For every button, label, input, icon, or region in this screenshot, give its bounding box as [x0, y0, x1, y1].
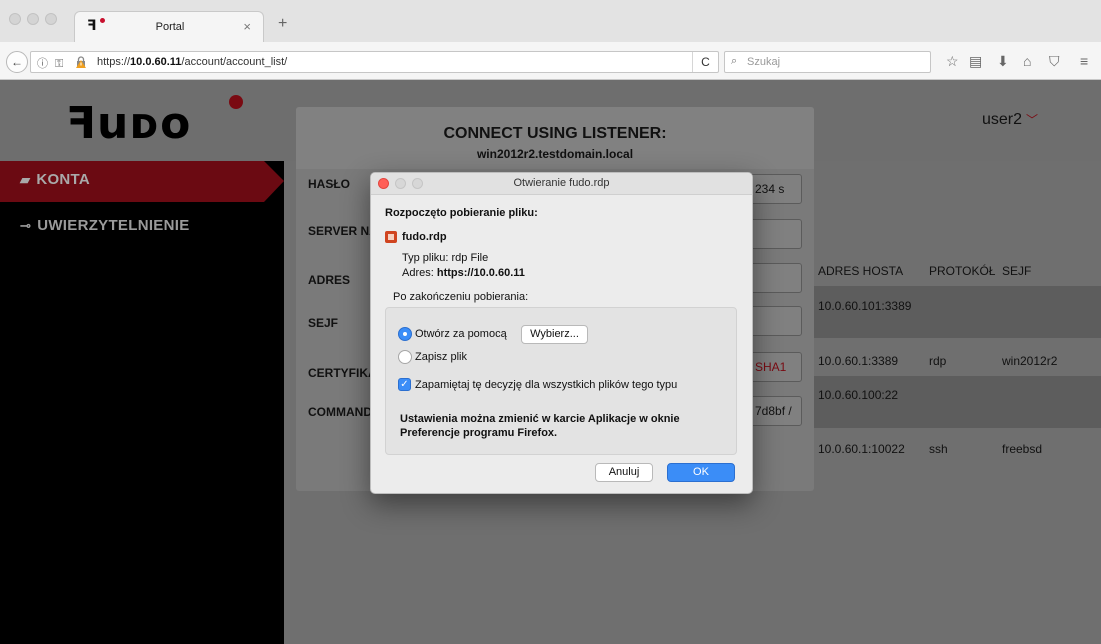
search-bar[interactable]: ⌕ Szukaj — [724, 51, 931, 73]
sidebar-item-label: KONTA — [36, 171, 91, 188]
tab-title: Portal — [155, 21, 185, 33]
cancel-button[interactable]: Anuluj — [595, 463, 653, 482]
url-bar[interactable]: ⓘ ⚿ https://10.0.60.11/account/account_l… — [30, 51, 719, 73]
table-cell: 10.0.60.101:3389 — [818, 299, 912, 313]
user-name: user2 — [982, 111, 1023, 128]
ok-button[interactable]: OK — [667, 463, 735, 482]
field-label: HASŁO — [308, 177, 350, 191]
user-menu[interactable]: user2 ﹀ — [982, 111, 1038, 129]
table-cell: 10.0.60.1:10022 — [818, 442, 905, 456]
table-row-bg — [814, 376, 1101, 428]
field-label: SERVER NA — [308, 224, 378, 238]
chevron-down-icon: ﹀ — [1026, 113, 1039, 127]
dialog-titlebar: Otwieranie fudo.rdp — [371, 173, 752, 195]
reload-button[interactable]: C — [692, 52, 718, 72]
url-text: https://10.0.60.11/account/account_list/ — [97, 56, 288, 68]
dialog-title: Otwieranie fudo.rdp — [513, 177, 610, 189]
download-dialog: Otwieranie fudo.rdp Rozpoczęto pobierani… — [370, 172, 753, 494]
safe-field[interactable] — [748, 306, 802, 336]
accounts-icon: ▰ — [20, 172, 31, 187]
col-header-protocol[interactable]: PROTOKÓŁ — [929, 264, 995, 278]
remember-label[interactable]: Zapamiętaj tę decyzję dla wszystkich pli… — [415, 379, 677, 391]
open-with-radio[interactable] — [398, 327, 412, 341]
choose-app-button[interactable]: Wybierz... — [521, 325, 588, 344]
file-name: fudo.rdp — [402, 231, 447, 243]
sidebar: ▰ KONTA ⊸ UWIERZYTELNIENIE — [0, 161, 284, 644]
pocket-icon[interactable]: ⛉ — [1049, 53, 1060, 70]
table-cell: freebsd — [1002, 442, 1043, 456]
certificate-field[interactable]: SHA1 — [748, 352, 802, 382]
key-icon: ⊸ — [20, 218, 32, 233]
file-address: Adres: https://10.0.60.11 — [402, 267, 525, 279]
fudo-logo: ꟻuᴅo — [66, 98, 192, 149]
download-started-text: Rozpoczęto pobieranie pliku: — [385, 207, 538, 219]
search-icon: ⌕ — [731, 55, 738, 67]
address-field[interactable] — [748, 263, 802, 293]
tab-close-icon[interactable]: × — [243, 19, 251, 34]
new-tab-icon[interactable]: + — [278, 15, 287, 33]
col-header-safe[interactable]: SEJF — [1002, 264, 1031, 278]
browser-tab[interactable]: ꟻ Portal × — [74, 11, 264, 42]
table-cell: ssh — [929, 442, 948, 456]
window-minimize-button[interactable] — [27, 13, 39, 25]
menu-icon[interactable]: ≡ — [1080, 53, 1088, 69]
sidebar-item-konta[interactable]: ▰ KONTA — [20, 171, 90, 188]
field-label: ADRES — [308, 273, 351, 287]
window-zoom-button[interactable] — [45, 13, 57, 25]
remember-checkbox[interactable]: ✓ — [398, 378, 411, 391]
bookmark-star-icon[interactable]: ☆ — [946, 53, 959, 70]
modal-subtitle: win2012r2.testdomain.local — [476, 147, 634, 161]
file-type: Typ pliku: rdp File — [402, 252, 489, 264]
open-with-label[interactable]: Otwórz za pomocą — [415, 328, 507, 340]
col-header-host[interactable]: ADRES HOSTA — [818, 264, 903, 278]
table-cell: win2012r2 — [1002, 354, 1058, 368]
browser-nav-bar: ← ⓘ ⚿ https://10.0.60.11/account/account… — [0, 42, 1101, 80]
sidebar-item-label: UWIERZYTELNIENIE — [37, 217, 190, 234]
sidebar-item-uwierzytelnienie[interactable]: ⊸ UWIERZYTELNIENIE — [20, 217, 190, 234]
download-icon[interactable]: ⬇ — [997, 53, 1009, 70]
command-field[interactable]: 7d8bf / — [748, 396, 802, 426]
field-label: SEJF — [308, 316, 339, 330]
save-file-radio[interactable] — [398, 350, 412, 364]
preferences-note-line2: Preferencje programu Firefox. — [400, 427, 558, 439]
home-icon[interactable]: ⌂ — [1023, 53, 1031, 69]
reader-list-icon[interactable]: ▤ — [969, 53, 982, 70]
insecure-lock-icon — [76, 56, 86, 68]
password-field[interactable]: 234 s — [748, 174, 802, 204]
preferences-note-line1: Ustawienia można zmienić w karcie Aplika… — [400, 413, 680, 425]
server-name-field[interactable] — [748, 219, 802, 249]
logo-dot — [229, 95, 243, 109]
modal-title: CONNECT USING LISTENER: — [443, 125, 667, 142]
field-label: COMMAND — [308, 405, 372, 419]
site-info-icon[interactable]: ⓘ ⚿ — [37, 55, 65, 71]
save-file-label[interactable]: Zapisz plik — [415, 351, 467, 363]
rdp-file-icon — [385, 231, 397, 243]
back-button[interactable]: ← — [6, 51, 28, 73]
after-download-text: Po zakończeniu pobierania: — [393, 291, 529, 303]
window-close-button[interactable] — [9, 13, 21, 25]
table-cell: rdp — [929, 354, 947, 368]
browser-tab-bar: ꟻ Portal × + — [0, 0, 1101, 42]
table-cell: 10.0.60.100:22 — [818, 388, 899, 402]
sidebar-active-arrow — [264, 161, 284, 202]
search-placeholder: Szukaj — [747, 56, 781, 68]
field-label: CERTYFIKA — [308, 366, 377, 380]
table-cell: 10.0.60.1:3389 — [818, 354, 899, 368]
